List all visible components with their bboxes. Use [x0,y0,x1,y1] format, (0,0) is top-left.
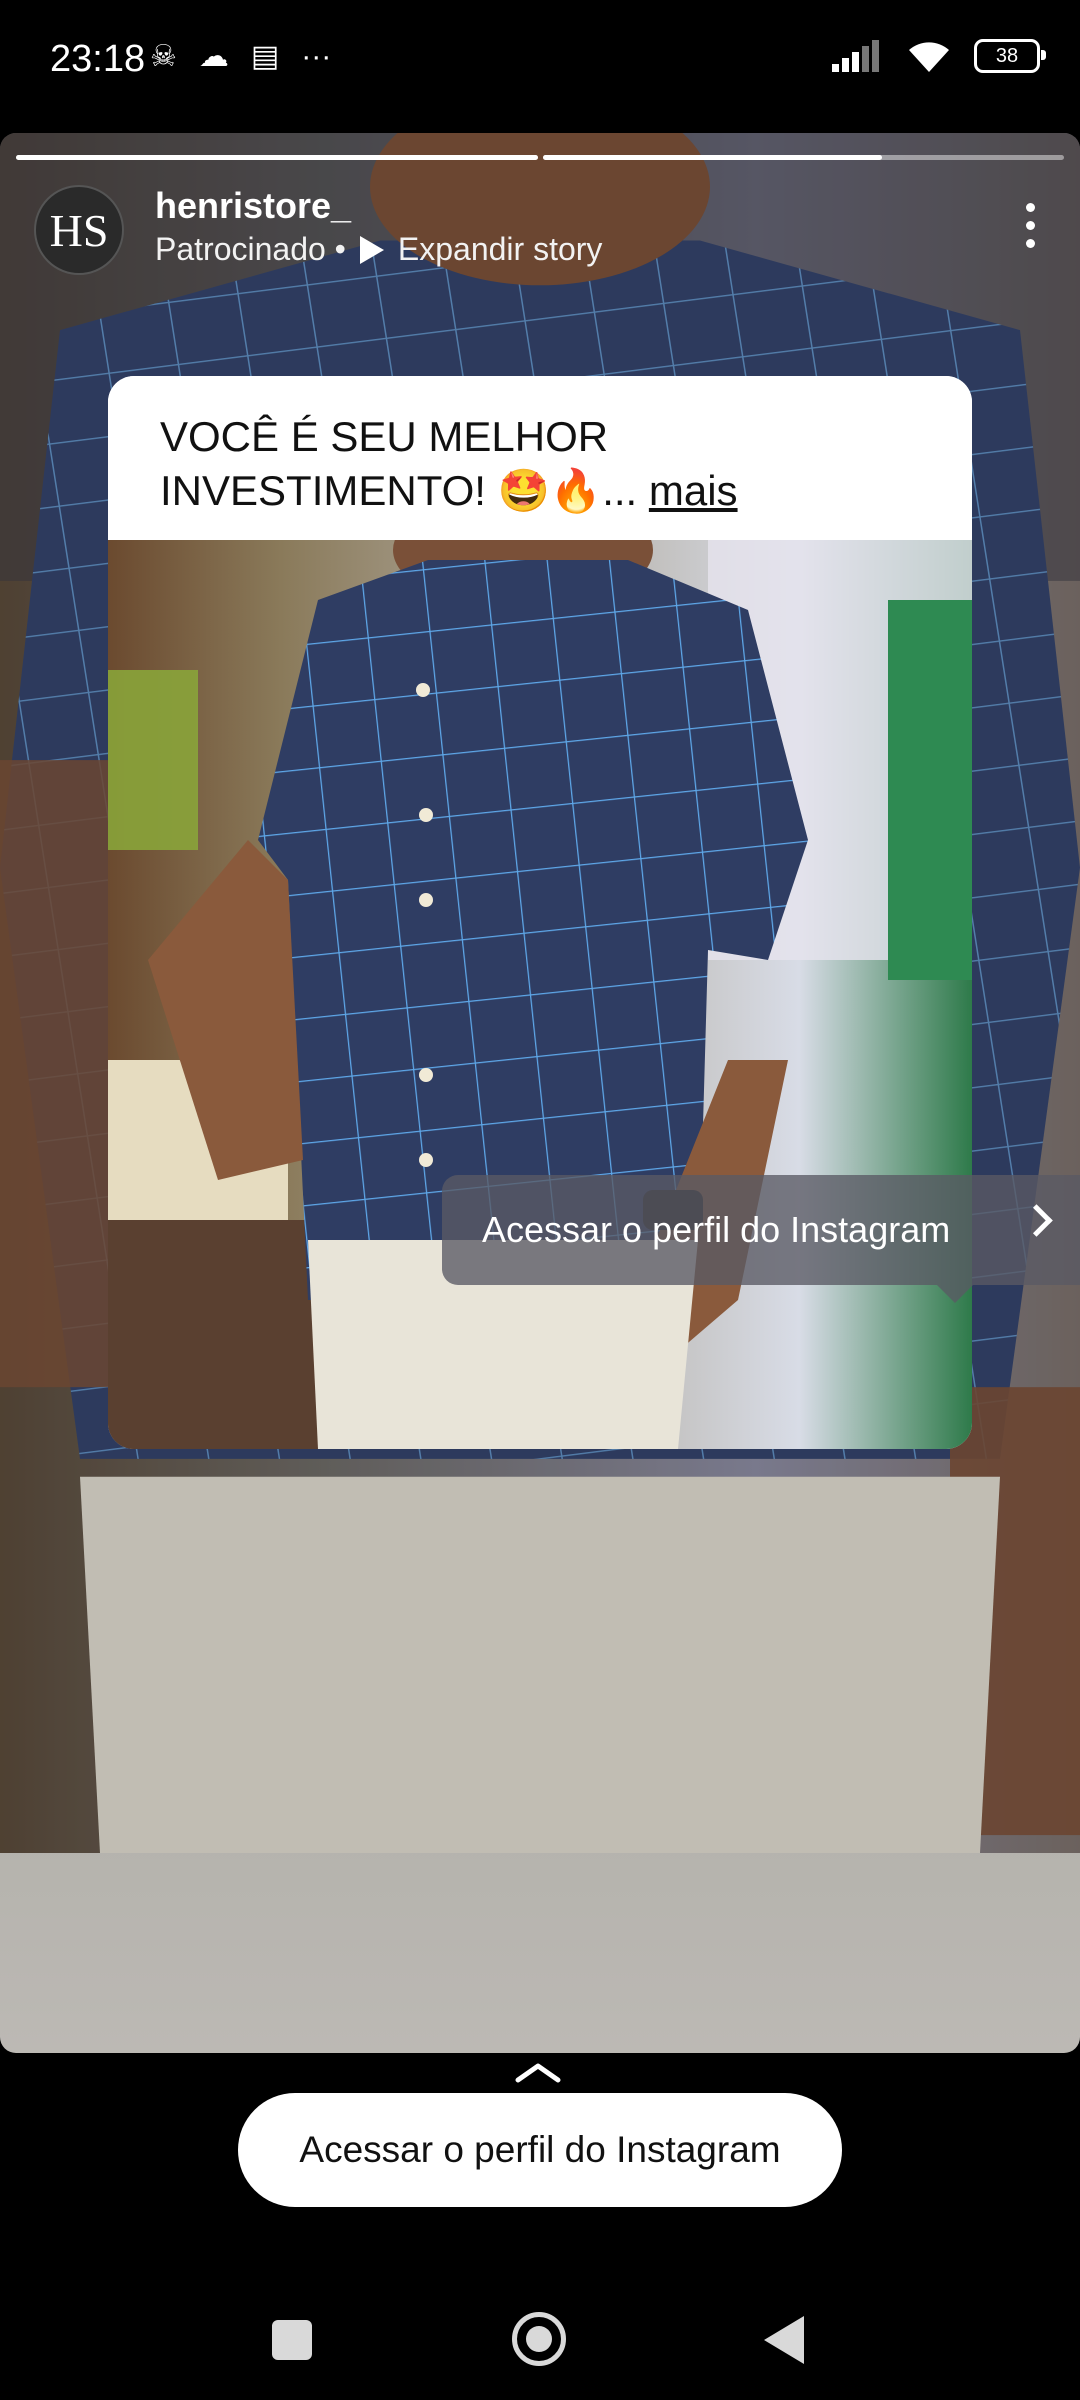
visit-profile-button[interactable]: Acessar o perfil do Instagram [238,2093,842,2207]
tooltip-label: Acessar o perfil do Instagram [482,1209,951,1250]
more-options-icon[interactable] [1026,203,1036,248]
skull-icon: ☠ [150,40,177,73]
story-viewer[interactable]: HS henristore_ Patrocinado • Expandir st… [0,133,1080,2053]
ad-card[interactable]: VOCÊ É SEU MELHOR INVESTIMENTO! 🤩🔥... ma… [108,376,972,1449]
play-icon[interactable] [359,235,384,264]
wifi-icon [909,42,949,72]
home-icon[interactable] [512,2312,566,2366]
expand-story-link[interactable]: Expandir story [398,231,603,268]
story-progress-2 [543,155,1064,160]
system-navigation-bar [0,2260,1080,2400]
sponsored-label: Patrocinado • [155,231,346,267]
status-time: 23:18 [50,38,146,80]
avatar[interactable]: HS [34,185,124,275]
profile-tooltip[interactable]: Acessar o perfil do Instagram [442,1175,1080,1303]
more-dots-icon: ··· [301,40,332,73]
story-progress-1 [16,155,538,160]
tooltip-tail [937,1285,973,1303]
system-icons: 38 [832,38,1046,74]
progress-fill [16,155,538,160]
chevron-up-icon[interactable] [515,2060,561,2084]
ad-caption: VOCÊ É SEU MELHOR INVESTIMENTO! 🤩🔥... ma… [108,376,972,540]
caption-body: VOCÊ É SEU MELHOR INVESTIMENTO! 🤩🔥... [160,413,638,514]
notification-icons: ☠ ☁ ▤ ··· [150,42,331,72]
battery-level: 38 [995,44,1019,67]
battery-icon: 38 [974,39,1046,73]
recents-icon[interactable] [272,2320,312,2360]
caption-more-link[interactable]: mais [649,467,738,514]
username[interactable]: henristore_ [155,185,351,227]
calendar-icon: ▤ [250,40,280,73]
caption-text: VOCÊ É SEU MELHOR INVESTIMENTO! 🤩🔥... ma… [160,410,940,518]
progress-fill [543,155,882,160]
status-bar: 23:18 ☠ ☁ ▤ ··· 38 [0,0,1080,130]
back-icon[interactable] [764,2316,804,2364]
cloud-icon: ☁ [198,40,229,73]
chevron-right-icon [1020,1204,1053,1237]
ad-product-image [108,540,972,1449]
signal-icon [832,40,879,72]
sponsored-row: Patrocinado • Expandir story [155,231,602,268]
